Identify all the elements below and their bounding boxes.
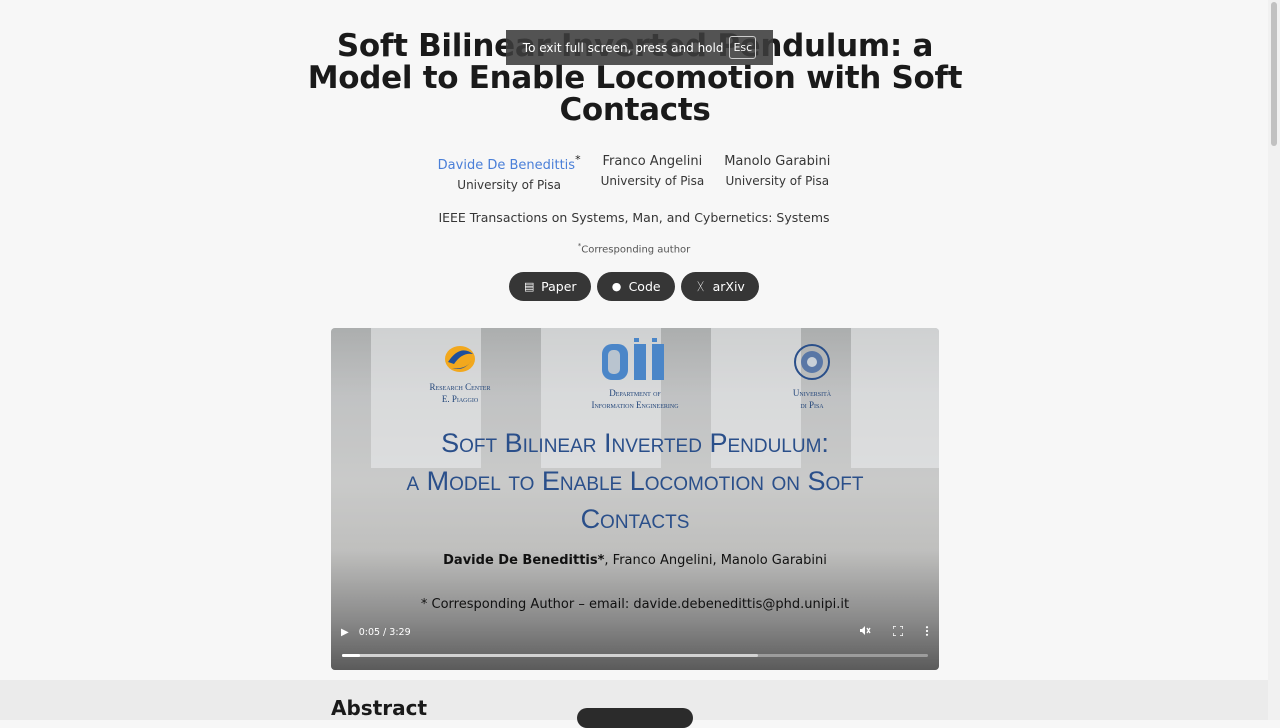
paper-button[interactable]: ▤ Paper bbox=[509, 272, 591, 301]
floating-toolbar[interactable] bbox=[577, 708, 693, 728]
corresponding-mark: * bbox=[575, 153, 581, 166]
toast-text: To exit full screen, press and hold bbox=[522, 40, 724, 55]
author-1: Davide De Benedittis* University of Pisa bbox=[438, 153, 581, 192]
publication-venue: IEEE Transactions on Systems, Man, and C… bbox=[438, 210, 830, 225]
fullscreen-exit-toast: To exit full screen, press and hold Esc bbox=[506, 30, 773, 65]
scrollbar-thumb[interactable] bbox=[1271, 2, 1277, 146]
arxiv-icon: ᚷ bbox=[697, 280, 704, 293]
video-corresponding: * Corresponding Author – email: davide.d… bbox=[420, 597, 850, 612]
unipi-seal-icon bbox=[794, 344, 830, 380]
author-3: Manolo Garabini University of Pisa bbox=[724, 154, 830, 192]
video-time: 0:05 / 3:29 bbox=[358, 626, 411, 638]
dii-logo: Department of Information Engineering bbox=[565, 338, 705, 411]
video-controls: ▶ 0:05 / 3:29 bbox=[331, 620, 939, 670]
fullscreen-icon[interactable] bbox=[892, 624, 904, 639]
corresponding-note: *Corresponding author bbox=[0, 242, 1268, 255]
piaggio-logo-icon bbox=[445, 346, 475, 372]
video-other-authors: , Franco Angelini, Manolo Garabini bbox=[604, 553, 827, 568]
page: Soft Bilinear Inverted Pendulum: a Model… bbox=[0, 0, 1268, 728]
logo-text-line: Department of bbox=[609, 388, 661, 398]
video-lead-author: Davide De Benedittis* bbox=[443, 553, 605, 568]
paper-button-label: Paper bbox=[541, 279, 577, 294]
author-list: Davide De Benedittis* University of Pisa… bbox=[0, 153, 1268, 192]
abstract-heading: Abstract bbox=[331, 696, 428, 720]
video-played bbox=[342, 654, 360, 657]
dii-logo-icon bbox=[602, 338, 664, 380]
mute-icon[interactable] bbox=[859, 625, 871, 639]
video-title-line: Contacts bbox=[580, 504, 690, 534]
logo-text-line: Università bbox=[792, 388, 832, 398]
link-buttons: ▤ Paper ● Code ᚷ arXiv bbox=[0, 272, 1268, 301]
github-icon: ● bbox=[611, 280, 622, 293]
code-button[interactable]: ● Code bbox=[596, 272, 675, 301]
author-affiliation: University of Pisa bbox=[457, 178, 561, 192]
unipi-logo: Università di Pisa bbox=[777, 342, 847, 411]
arxiv-button[interactable]: ᚷ arXiv bbox=[680, 272, 759, 301]
author-affiliation: University of Pisa bbox=[725, 174, 830, 188]
author-link[interactable]: Davide De Benedittis bbox=[438, 158, 575, 173]
author-affiliation: University of Pisa bbox=[600, 174, 705, 188]
piaggio-logo: Research Center E. Piaggio bbox=[411, 342, 509, 405]
arxiv-button-label: arXiv bbox=[712, 279, 745, 294]
video-title-line: Soft Bilinear Inverted Pendulum: bbox=[441, 428, 829, 458]
video-control-row: ▶ 0:05 / 3:29 bbox=[341, 624, 929, 640]
author-name: Manolo Garabini bbox=[724, 154, 831, 169]
code-button-label: Code bbox=[628, 279, 661, 294]
esc-key: Esc bbox=[729, 36, 757, 59]
play-icon[interactable]: ▶ bbox=[341, 627, 349, 638]
logo-text-line: Research Center bbox=[429, 382, 491, 392]
video-title-slide: Soft Bilinear Inverted Pendulum: a Model… bbox=[331, 424, 939, 538]
logo-text-line: E. Piaggio bbox=[441, 394, 479, 404]
video-authors: Davide De Benedittis*, Franco Angelini, … bbox=[331, 553, 939, 568]
logo-text-line: di Pisa bbox=[800, 400, 824, 410]
more-options-icon[interactable] bbox=[925, 625, 929, 639]
video-player[interactable]: Research Center E. Piaggio Department of… bbox=[331, 328, 939, 670]
video-progress-bar[interactable] bbox=[342, 654, 928, 657]
page-scrollbar[interactable] bbox=[1268, 0, 1280, 720]
video-buffered bbox=[342, 654, 759, 657]
author-name: Franco Angelini bbox=[602, 154, 703, 169]
author-2: Franco Angelini University of Pisa bbox=[601, 154, 705, 192]
corresponding-text: Corresponding author bbox=[581, 244, 691, 256]
logo-text-line: Information Engineering bbox=[591, 400, 679, 410]
video-title-line: a Model to Enable Locomotion on Soft bbox=[406, 466, 864, 496]
pdf-icon: ▤ bbox=[523, 280, 535, 293]
